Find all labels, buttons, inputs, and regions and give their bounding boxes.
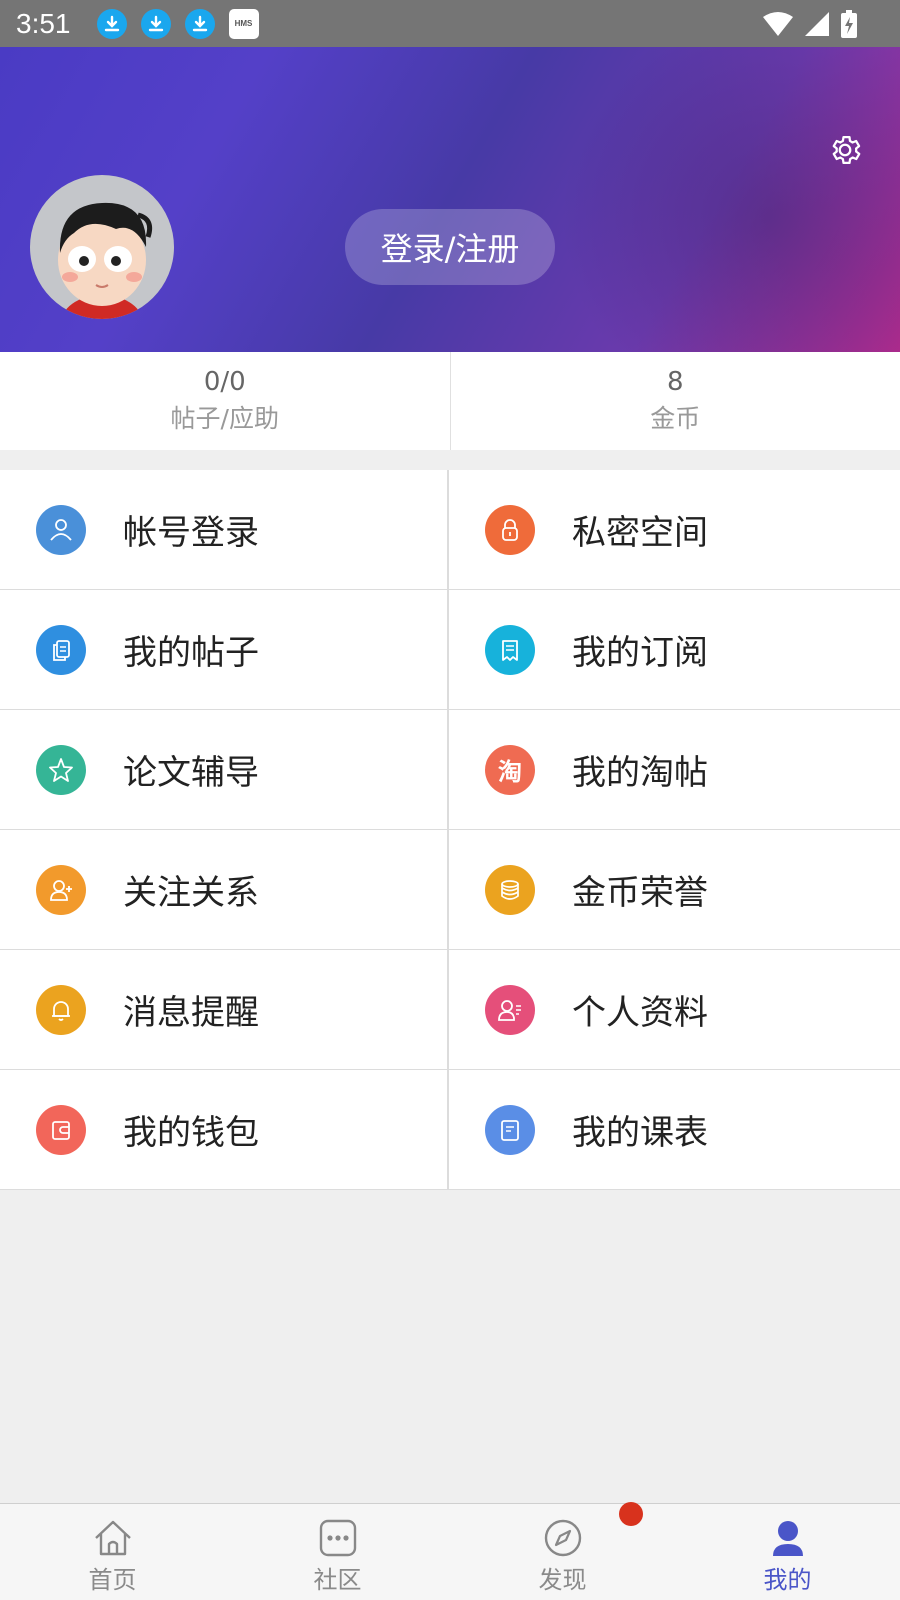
menu-item-my-wallet[interactable]: 我的钱包 — [0, 1070, 449, 1190]
download-notification-icon — [184, 8, 215, 39]
user-icon — [36, 504, 86, 555]
menu-item-label: 消息提醒 — [123, 993, 259, 1033]
nav-tab-label: 我的 — [763, 1566, 812, 1594]
stat-value: 0/0 — [203, 367, 246, 397]
menu-item-label: 个人资料 — [572, 993, 708, 1033]
download-notification-icon — [96, 8, 127, 39]
download-notification-icon — [140, 8, 171, 39]
menu-item-label: 关注关系 — [123, 873, 259, 913]
menu-item-my-schedule[interactable]: 我的课表 — [449, 1070, 900, 1190]
tao-glyph: 淘 — [498, 758, 522, 786]
nav-tab-label: 社区 — [313, 1566, 362, 1594]
coins-icon — [485, 864, 535, 915]
menu-item-message-alerts[interactable]: 消息提醒 — [0, 950, 449, 1070]
person-icon — [772, 1521, 803, 1556]
menu-item-label: 我的订阅 — [572, 633, 708, 673]
notification-badge — [619, 1502, 643, 1526]
home-icon — [94, 1520, 131, 1556]
wifi-icon — [763, 11, 793, 36]
profile-icon — [485, 984, 535, 1035]
menu-item-label: 我的淘帖 — [572, 753, 708, 793]
wallet-icon — [36, 1104, 86, 1155]
stat-label: 金币 — [650, 404, 701, 433]
schedule-icon — [485, 1104, 535, 1155]
login-register-button[interactable]: 登录/注册 — [345, 209, 555, 285]
status-indicators — [762, 9, 858, 38]
menu-item-my-tao-posts[interactable]: 淘 我的淘帖 — [449, 710, 900, 830]
status-time: 3:51 — [16, 7, 71, 39]
tao-icon: 淘 — [485, 744, 535, 795]
menu-item-label: 我的钱包 — [123, 1113, 259, 1153]
user-stats: 0/0 帖子/应助 8 金币 — [0, 352, 900, 450]
menu-item-private-space[interactable]: 私密空间 — [449, 470, 900, 590]
menu-item-label: 私密空间 — [572, 513, 708, 553]
nav-tab-mine[interactable]: 我的 — [675, 1504, 900, 1600]
menu-item-coin-honors[interactable]: 金币荣誉 — [449, 830, 900, 950]
menu-item-my-subscriptions[interactable]: 我的订阅 — [449, 590, 900, 710]
stat-label: 帖子/应助 — [170, 404, 279, 433]
compass-icon — [544, 1519, 581, 1557]
menu-item-follow-relations[interactable]: 关注关系 — [0, 830, 449, 950]
cell-signal-icon — [805, 11, 829, 36]
nav-tab-home[interactable]: 首页 — [0, 1504, 225, 1600]
menu-item-label: 我的课表 — [572, 1113, 708, 1153]
status-bar: 3:51 HMS — [0, 0, 900, 47]
community-icon — [319, 1519, 356, 1557]
menu-item-label: 帐号登录 — [123, 513, 259, 553]
stat-posts[interactable]: 0/0 帖子/应助 — [0, 352, 450, 450]
battery-icon — [841, 9, 857, 38]
menu-item-label: 金币荣誉 — [572, 873, 708, 913]
menu-item-account-login[interactable]: 帐号登录 — [0, 470, 449, 590]
receipt-icon — [485, 624, 535, 675]
lock-icon — [485, 504, 535, 555]
documents-icon — [36, 624, 86, 675]
menu-item-thesis-tutoring[interactable]: 论文辅导 — [0, 710, 449, 830]
star-icon — [36, 744, 86, 795]
stat-value: 8 — [666, 367, 684, 397]
gear-icon — [832, 135, 861, 165]
menu-grid: 帐号登录 私密空间 我的帖子 我的订阅 论文辅导 淘 我的淘帖 关注关系 金币荣… — [0, 470, 900, 1190]
avatar[interactable] — [30, 175, 174, 319]
follow-user-icon — [36, 864, 86, 915]
bottom-nav: 首页 社区 发现 我的 — [0, 1503, 900, 1600]
stat-coins[interactable]: 8 金币 — [449, 352, 900, 450]
bell-icon — [36, 984, 86, 1035]
nav-tab-community[interactable]: 社区 — [225, 1504, 450, 1600]
profile-header: 登录/注册 — [0, 47, 900, 352]
menu-item-label: 论文辅导 — [123, 753, 259, 793]
settings-button[interactable] — [826, 131, 864, 169]
nav-tab-label: 发现 — [538, 1566, 587, 1594]
menu-item-personal-profile[interactable]: 个人资料 — [449, 950, 900, 1070]
menu-item-label: 我的帖子 — [123, 633, 259, 673]
hms-icon: HMS — [228, 8, 259, 39]
nav-tab-label: 首页 — [88, 1566, 137, 1594]
menu-item-my-posts[interactable]: 我的帖子 — [0, 590, 449, 710]
